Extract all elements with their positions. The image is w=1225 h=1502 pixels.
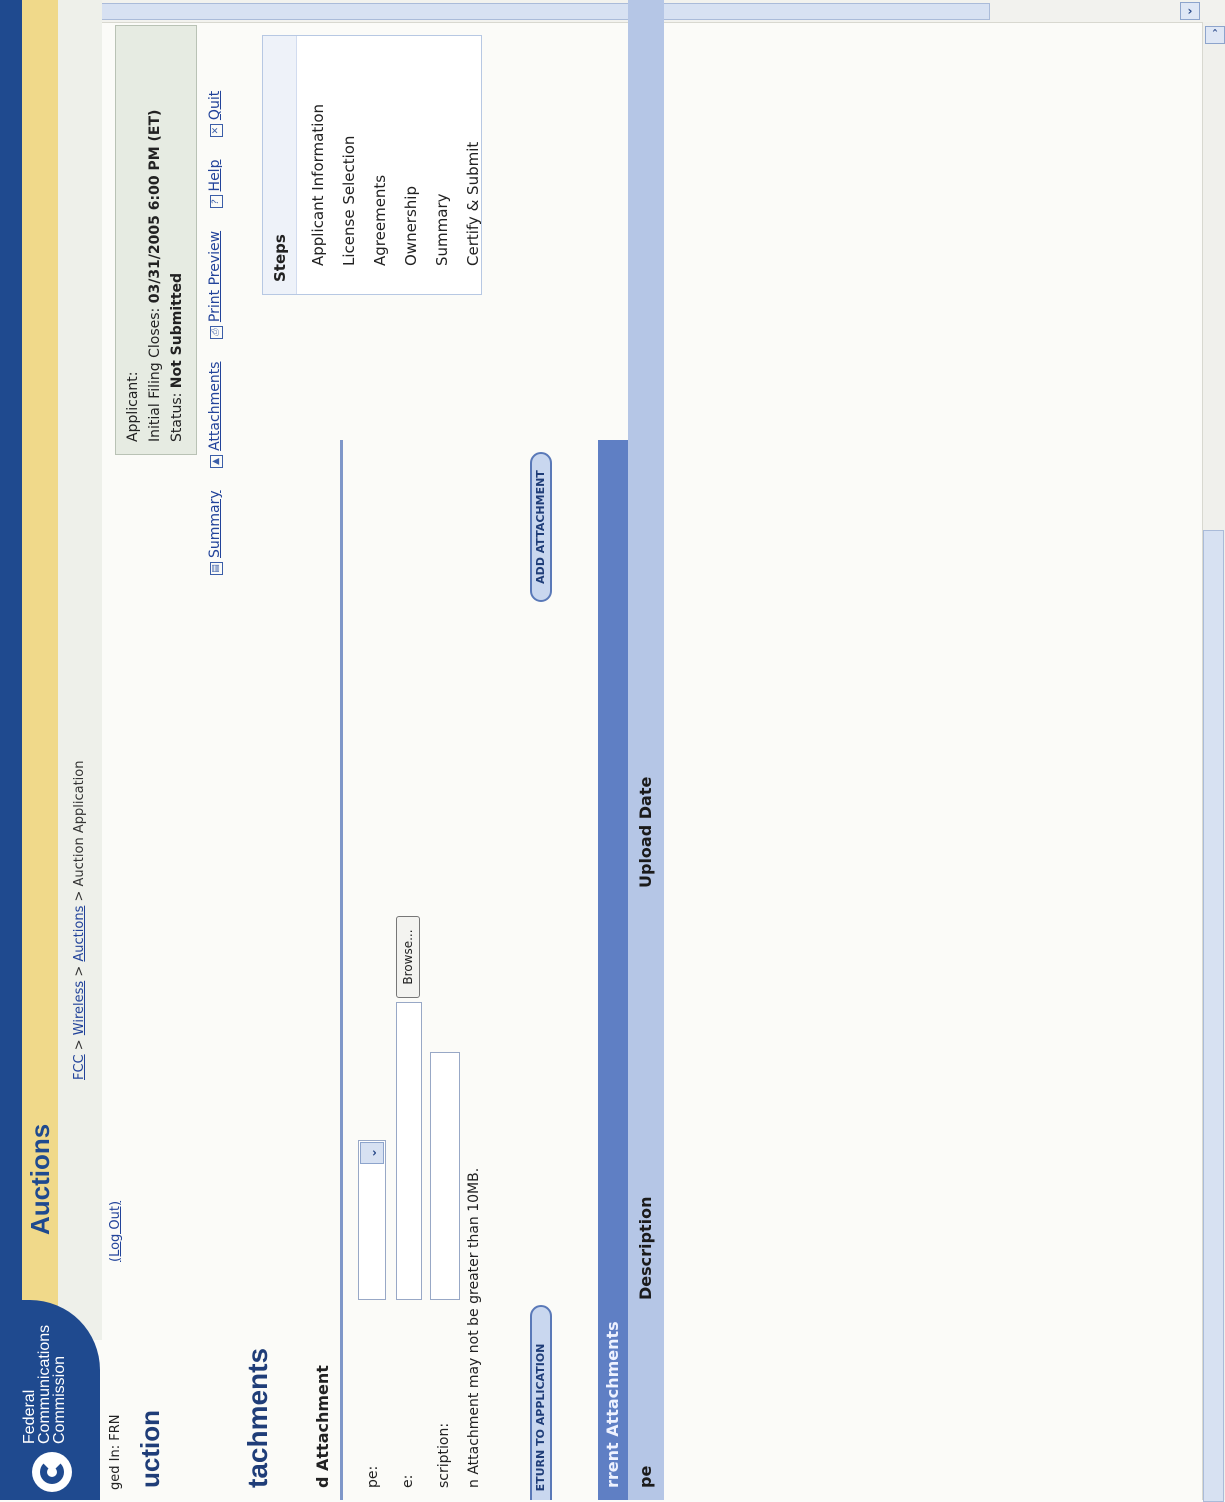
status-value: Not Submitted [169,272,185,389]
status-line: Status: Not Submitted [166,38,188,442]
scroll-up-arrow-icon[interactable]: ˆ [1205,26,1225,44]
attachments-column-header: pe Description Upload Date [628,0,664,1500]
nav-summary-link[interactable]: Summary [207,490,223,558]
summary-icon: ▤ [210,562,223,575]
nav-summary[interactable]: ▤ Summary [207,490,223,575]
product-title: Auctions [25,1123,55,1235]
fcc-c-icon [40,1460,64,1484]
org-line-1: Federal [21,1389,38,1444]
browse-button[interactable]: Browse... [396,916,420,998]
breadcrumb-sep: > [72,886,87,906]
nav-quit[interactable]: ✕ Quit [207,91,223,138]
top-blue-band [0,0,22,1500]
org-line-3: Commission [51,1355,68,1444]
current-attachments-header: rrent Attachments [598,440,628,1500]
help-icon: ? [210,195,223,209]
step-item[interactable]: Summary [427,36,458,294]
breadcrumb-auctions[interactable]: Auctions [72,906,87,962]
step-item[interactable]: License Selection [334,36,365,294]
section-title: tachments [242,1347,273,1488]
col-description: Description [636,1196,655,1300]
breadcrumb-sep: > [72,1035,87,1055]
col-type: pe [636,1465,655,1488]
current-attachments-title: rrent Attachments [603,1321,622,1488]
description-input[interactable] [430,1052,460,1300]
page-title: uction [135,1410,165,1488]
org-line-2: Communications [36,1324,53,1444]
col-upload-date: Upload Date [636,776,655,888]
chevron-down-icon[interactable]: ⌄ [360,1142,384,1164]
filing-close-value: 03/31/2005 6:00 PM (ET) [147,109,163,304]
step-item[interactable]: Ownership [396,36,427,294]
nav-attachments-link[interactable]: Attachments [207,362,223,451]
applicant-status-box: Applicant: Initial Filing Closes: 03/31/… [115,25,197,455]
step-item[interactable]: Agreements [365,36,396,294]
filing-close-line: Initial Filing Closes: 03/31/2005 6:00 P… [144,38,166,442]
nav-attachments[interactable]: ▲ Attachments [207,362,223,468]
steps-list: Applicant Information License Selection … [303,36,489,294]
application-nav: ▤ Summary ▲ Attachments ⎙ Print Preview ? He… [207,73,223,575]
breadcrumb-band [58,0,102,1340]
file-path-input[interactable] [396,1002,422,1300]
nav-help[interactable]: ? Help [207,160,223,209]
steps-panel: Steps Applicant Information License Sele… [262,35,482,295]
step-item[interactable]: Certify & Submit [458,36,489,294]
add-attachment-title: d Attachment [313,1365,332,1488]
breadcrumb: FCC > Wireless > Auctions > Auction Appl… [72,761,87,1080]
breadcrumb-wireless[interactable]: Wireless [72,981,87,1035]
filing-close-label: Initial Filing Closes: [147,307,163,442]
description-label: scription: [436,1422,452,1488]
nav-print-preview-link[interactable]: Print Preview [207,231,223,322]
steps-title: Steps [263,36,297,294]
size-limit-note: n Attachment may not be greater than 10M… [466,1167,482,1488]
org-name: Federal Communications Commission [21,1299,68,1444]
breadcrumb-sep: > [72,961,87,981]
logout-link[interactable]: (Log Out) [108,1201,123,1262]
status-label: Status: [169,392,185,442]
nav-print-preview[interactable]: ⎙ Print Preview [207,231,223,340]
type-label: pe: [365,1465,381,1488]
nav-quit-link[interactable]: Quit [207,91,223,120]
applicant-label: Applicant: [125,371,141,443]
printer-icon: ⎙ [210,326,223,340]
step-item[interactable]: Applicant Information [303,36,334,294]
nav-help-link[interactable]: Help [207,160,223,192]
section-divider [340,440,343,1500]
breadcrumb-current: Auction Application [72,760,87,887]
vertical-scroll-thumb[interactable] [1203,530,1224,1502]
return-to-application-button[interactable]: ETURN TO APPLICATION [530,1305,552,1500]
attachment-icon: ▲ [210,454,223,468]
page-content: Federal Communications Commission Auctio… [0,0,1202,1500]
add-attachment-button[interactable]: ADD ATTACHMENT [530,452,552,602]
close-icon: ✕ [210,124,223,138]
logged-in-text: ged In: FRN [108,1414,123,1490]
breadcrumb-fcc[interactable]: FCC [72,1054,87,1080]
file-label: e: [400,1474,416,1488]
type-select[interactable] [358,1140,386,1300]
